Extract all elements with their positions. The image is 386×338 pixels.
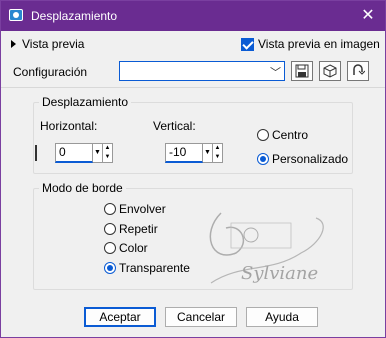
- checkbox-icon: [241, 37, 254, 51]
- horizontal-input[interactable]: 0: [55, 143, 93, 163]
- window-title: Desplazamiento: [31, 9, 118, 23]
- dialog-window: Desplazamiento ✕ Vista previa Vista prev…: [0, 0, 386, 338]
- border-mode-group-title: Modo de borde: [39, 181, 126, 195]
- spin-arrows-icon[interactable]: ▲ ▼: [213, 143, 223, 163]
- horizontal-label: Horizontal:: [40, 119, 98, 133]
- config-dropdown[interactable]: ﹀: [119, 61, 285, 81]
- vertical-input[interactable]: -10: [165, 143, 203, 163]
- radio-icon: [104, 242, 116, 254]
- presets-icon: [323, 64, 337, 78]
- radio-icon: [104, 223, 116, 235]
- offset-group-title: Desplazamiento: [39, 95, 132, 109]
- radio-icon: [104, 262, 116, 274]
- radio-icon: [257, 153, 269, 165]
- preview-toggle[interactable]: Vista previa: [11, 37, 84, 51]
- reset-button[interactable]: [347, 61, 369, 81]
- dropdown-arrow-icon[interactable]: ▼: [203, 143, 213, 163]
- radio-transparente[interactable]: Transparente: [104, 261, 190, 275]
- watermark-logo: Sylviane: [191, 193, 341, 303]
- reset-icon: [353, 64, 365, 75]
- radio-icon: [257, 129, 269, 141]
- radio-repetir[interactable]: Repetir: [104, 222, 158, 236]
- help-button[interactable]: Ayuda: [246, 307, 318, 327]
- link-checkbox[interactable]: [35, 145, 37, 161]
- radio-label: Color: [119, 241, 148, 255]
- spin-arrows-icon[interactable]: ▲ ▼: [103, 143, 113, 163]
- preview-in-image-checkbox[interactable]: Vista previa en imagen: [241, 37, 380, 51]
- preview-image-label: Vista previa en imagen: [258, 37, 380, 51]
- vertical-spinner[interactable]: -10 ▼ ▲ ▼: [165, 143, 223, 165]
- radio-centro[interactable]: Centro: [257, 128, 308, 142]
- radio-label: Repetir: [119, 222, 158, 236]
- radio-label: Centro: [272, 128, 309, 142]
- watermark-ornament: Sylviane: [209, 212, 324, 284]
- radio-envolver[interactable]: Envolver: [104, 202, 166, 216]
- radio-personalizado[interactable]: Personalizado: [257, 152, 348, 166]
- save-icon: [295, 64, 309, 78]
- save-preset-button[interactable]: [291, 61, 313, 81]
- radio-color[interactable]: Color: [104, 241, 148, 255]
- divider: [1, 87, 385, 88]
- expand-triangle-icon: [11, 40, 16, 48]
- presets-button[interactable]: [319, 61, 341, 81]
- radio-label: Transparente: [119, 261, 190, 275]
- close-button[interactable]: ✕: [357, 5, 379, 27]
- title-bar[interactable]: Desplazamiento ✕: [1, 1, 385, 31]
- config-label: Configuración: [13, 65, 88, 79]
- camera-icon: [9, 9, 23, 21]
- vertical-label: Vertical:: [153, 119, 196, 133]
- dropdown-arrow-icon[interactable]: ▼: [93, 143, 103, 163]
- cancel-button[interactable]: Cancelar: [165, 307, 237, 327]
- radio-icon: [104, 203, 116, 215]
- chevron-down-icon: ﹀: [270, 67, 281, 79]
- watermark-text: Sylviane: [241, 263, 318, 284]
- preview-label: Vista previa: [22, 37, 85, 51]
- radio-label: Personalizado: [272, 152, 349, 166]
- horizontal-spinner[interactable]: 0 ▼ ▲ ▼: [55, 143, 113, 165]
- radio-label: Envolver: [119, 202, 166, 216]
- accept-button[interactable]: Aceptar: [84, 307, 156, 327]
